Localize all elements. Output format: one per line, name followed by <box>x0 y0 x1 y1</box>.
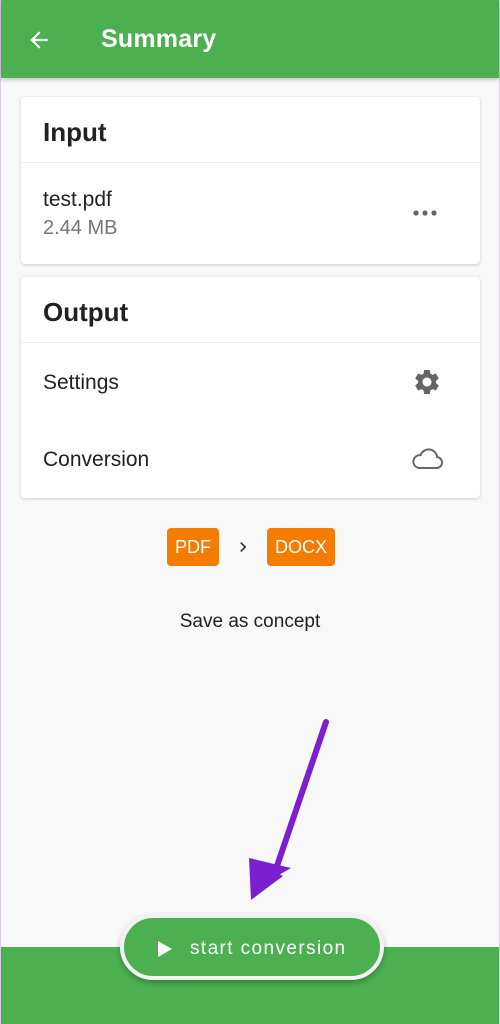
conversion-row[interactable]: Conversion <box>21 420 480 497</box>
play-icon <box>158 941 172 957</box>
back-button[interactable] <box>21 22 57 58</box>
settings-label: Settings <box>43 371 119 394</box>
settings-row[interactable]: Settings <box>21 343 480 420</box>
input-file-row[interactable]: test.pdf 2.44 MB <box>21 163 480 263</box>
file-more-button[interactable] <box>410 201 440 225</box>
file-name: test.pdf <box>43 188 112 211</box>
format-conversion-row: PDF DOCX <box>1 528 499 566</box>
save-as-concept-link[interactable]: Save as concept <box>1 611 499 633</box>
file-size: 2.44 MB <box>43 217 118 239</box>
settings-button[interactable] <box>410 367 444 397</box>
source-format-badge[interactable]: PDF <box>167 528 219 566</box>
output-card-header: Output <box>21 277 480 343</box>
app-bar: Summary <box>1 0 499 78</box>
start-conversion-label: start conversion <box>190 938 347 959</box>
gear-icon <box>415 370 439 394</box>
target-format-badge[interactable]: DOCX <box>267 528 335 566</box>
page-title: Summary <box>101 25 217 53</box>
input-card: Input test.pdf 2.44 MB <box>21 97 480 264</box>
cloud-icon <box>412 448 443 470</box>
chevron-right-icon <box>240 542 247 552</box>
output-card: Output Settings Conversion <box>21 277 480 498</box>
arrow-left-icon <box>30 31 48 49</box>
annotation-arrow <box>249 719 329 900</box>
more-horizontal-icon <box>413 210 437 216</box>
input-card-header: Input <box>21 97 480 163</box>
conversion-button[interactable] <box>410 444 444 474</box>
start-conversion-button[interactable]: start conversion <box>120 914 384 980</box>
conversion-label: Conversion <box>43 448 150 471</box>
